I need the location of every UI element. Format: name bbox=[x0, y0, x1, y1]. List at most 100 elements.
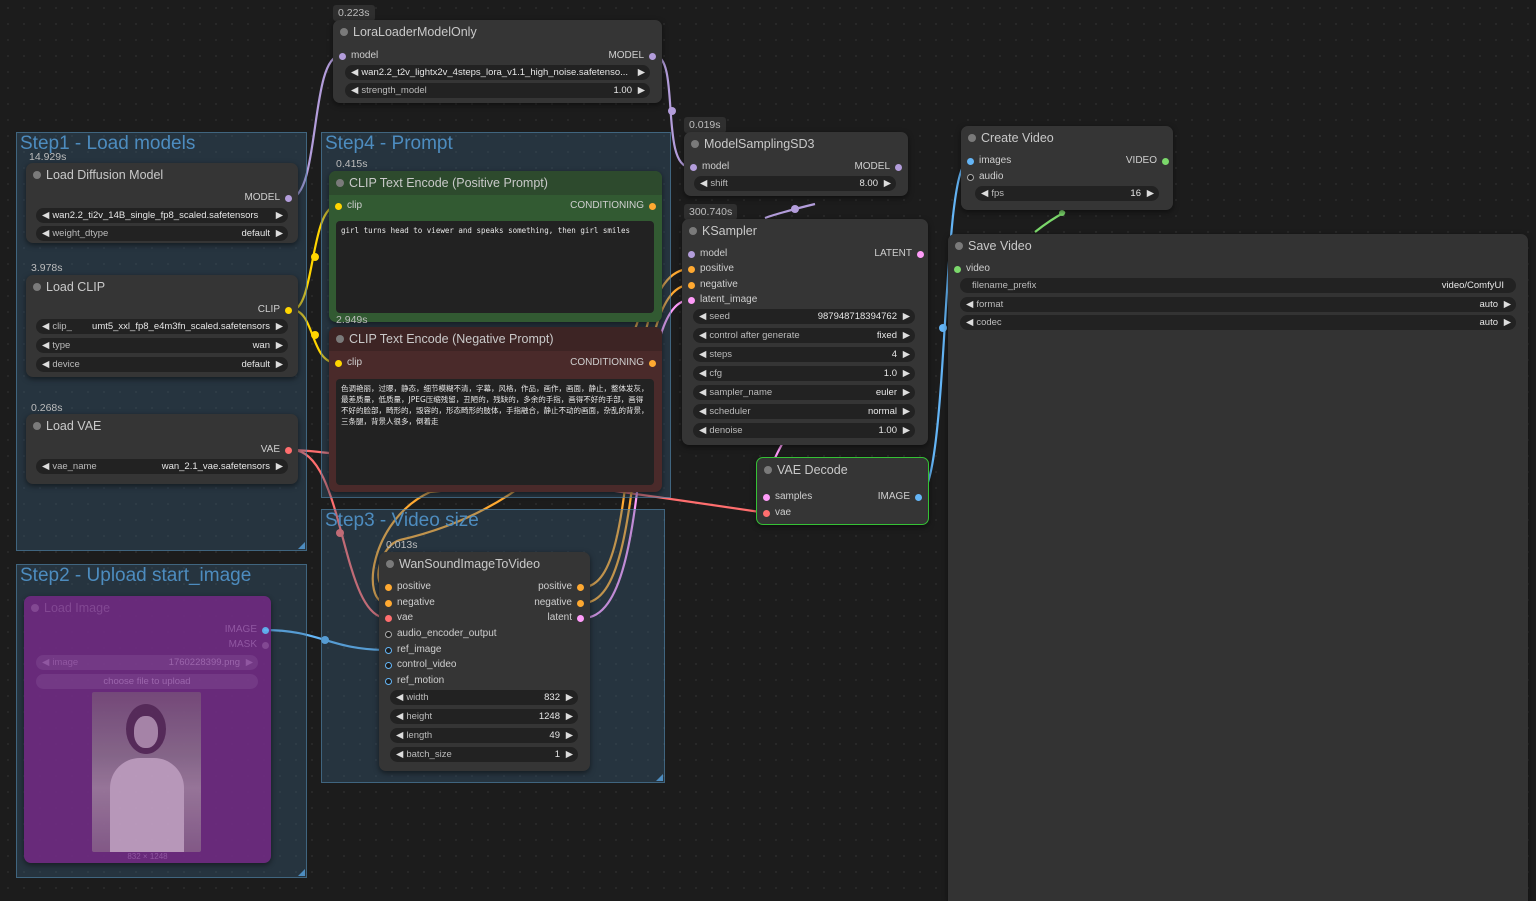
filename-prefix-input[interactable]: filename_prefix video/ComfyUI bbox=[960, 278, 1516, 293]
node-wan-sound-image-to-video[interactable]: WanSoundImageToVideo positive negative v… bbox=[379, 552, 590, 771]
output-model[interactable]: MODEL bbox=[608, 49, 658, 63]
height-input[interactable]: ◀ height 1248 ▶ bbox=[390, 709, 578, 724]
positive-prompt-textarea[interactable]: girl turns head to viewer and speaks som… bbox=[336, 221, 654, 313]
seed-input[interactable]: ◀ seed 987948718394762 ▶ bbox=[693, 309, 915, 324]
output-mask[interactable]: MASK bbox=[229, 638, 271, 652]
length-input[interactable]: ◀ length 49 ▶ bbox=[390, 728, 578, 743]
input-samples[interactable]: samples bbox=[761, 490, 812, 504]
width-input[interactable]: ◀ width 832 ▶ bbox=[390, 690, 578, 705]
input-negative[interactable]: negative bbox=[383, 596, 435, 610]
input-control-video[interactable]: control_video bbox=[383, 658, 456, 672]
input-model[interactable]: model bbox=[686, 247, 727, 261]
cfg-input[interactable]: ◀ cfg 1.0 ▶ bbox=[693, 366, 915, 381]
node-create-video[interactable]: Create Video images audio VIDEO ◀ fps 16 ▶ bbox=[961, 126, 1173, 210]
format-combo[interactable]: ◀ format auto ▶ bbox=[960, 297, 1516, 312]
collapse-dot[interactable] bbox=[340, 28, 348, 36]
fps-input[interactable]: ◀ fps 16 ▶ bbox=[975, 186, 1159, 201]
weight-dtype-combo[interactable]: ◀ weight_dtype default ▶ bbox=[36, 226, 288, 241]
node-clip-text-encode-positive[interactable]: CLIP Text Encode (Positive Prompt) clip … bbox=[329, 171, 662, 322]
collapse-dot[interactable] bbox=[31, 604, 39, 612]
input-model[interactable]: model bbox=[688, 160, 729, 174]
input-vae[interactable]: vae bbox=[383, 611, 413, 625]
shift-input[interactable]: ◀ shift 8.00 ▶ bbox=[694, 176, 896, 191]
collapse-dot[interactable] bbox=[764, 466, 772, 474]
node-save-video[interactable]: Save Video video filename_prefix video/Co… bbox=[948, 234, 1528, 901]
batch-size-input[interactable]: ◀ batch_size 1 ▶ bbox=[390, 747, 578, 762]
input-latent-image[interactable]: latent_image bbox=[686, 293, 757, 307]
input-positive[interactable]: positive bbox=[383, 580, 431, 594]
output-image[interactable]: IMAGE bbox=[878, 490, 924, 504]
node-title: LoraLoaderModelOnly bbox=[353, 25, 477, 39]
input-video[interactable]: video bbox=[952, 262, 990, 276]
collapse-dot[interactable] bbox=[33, 283, 41, 291]
execution-time: 300.740s bbox=[684, 204, 738, 220]
control-after-generate-combo[interactable]: ◀ control after generate fixed ▶ bbox=[693, 328, 915, 343]
image-size-label: 832 × 1248 bbox=[127, 852, 168, 861]
input-negative[interactable]: negative bbox=[686, 278, 738, 292]
collapse-dot[interactable] bbox=[955, 242, 963, 250]
output-positive[interactable]: positive bbox=[538, 580, 586, 594]
node-load-clip[interactable]: Load CLIP CLIP ◀ clip_ umt5_xxl_fp8_e4m3f… bbox=[26, 275, 298, 377]
node-load-vae[interactable]: Load VAE VAE ◀ vae_name wan_2.1_vae.safet… bbox=[26, 414, 298, 484]
steps-input[interactable]: ◀ steps 4 ▶ bbox=[693, 347, 915, 362]
collapse-dot[interactable] bbox=[386, 560, 394, 568]
clip-name-combo[interactable]: ◀ clip_ umt5_xxl_fp8_e4m3fn_scaled.safete… bbox=[36, 319, 288, 334]
node-load-diffusion-model[interactable]: Load Diffusion Model MODEL ◀ wan2.2_ti2v_… bbox=[26, 163, 298, 243]
output-model[interactable]: MODEL bbox=[244, 191, 294, 205]
node-lora-loader[interactable]: LoraLoaderModelOnly model MODEL ◀ wan2.2_… bbox=[333, 20, 662, 103]
output-vae[interactable]: VAE bbox=[261, 443, 294, 457]
codec-combo[interactable]: ◀ codec auto ▶ bbox=[960, 315, 1516, 330]
output-conditioning[interactable]: CONDITIONING bbox=[570, 356, 658, 370]
input-model[interactable]: model bbox=[337, 49, 378, 63]
output-clip[interactable]: CLIP bbox=[258, 303, 294, 317]
input-positive[interactable]: positive bbox=[686, 262, 734, 276]
input-ref-motion[interactable]: ref_motion bbox=[383, 674, 444, 688]
input-audio[interactable]: audio bbox=[965, 170, 1003, 184]
input-clip[interactable]: clip bbox=[333, 356, 362, 370]
collapse-dot[interactable] bbox=[968, 134, 976, 142]
output-negative[interactable]: negative bbox=[534, 596, 586, 610]
collapse-dot[interactable] bbox=[336, 179, 344, 187]
collapse-dot[interactable] bbox=[689, 227, 697, 235]
clip-device-combo[interactable]: ◀ device default ▶ bbox=[36, 357, 288, 372]
upload-button[interactable]: choose file to upload bbox=[36, 674, 258, 689]
execution-time: 0.415s bbox=[336, 158, 368, 170]
input-vae[interactable]: vae bbox=[761, 506, 791, 520]
collapse-dot[interactable] bbox=[691, 140, 699, 148]
output-model[interactable]: MODEL bbox=[854, 160, 904, 174]
node-title: CLIP Text Encode (Positive Prompt) bbox=[349, 176, 548, 190]
negative-prompt-textarea[interactable]: 色调艳丽，过曝，静态，细节模糊不清，字幕，风格，作品，画作，画面，静止，整体发灰… bbox=[336, 379, 654, 485]
sampler-name-combo[interactable]: ◀ sampler_name euler ▶ bbox=[693, 385, 915, 400]
resize-handle[interactable] bbox=[298, 542, 305, 549]
node-title: Save Video bbox=[968, 239, 1032, 253]
node-title: Load VAE bbox=[46, 419, 102, 433]
resize-handle[interactable] bbox=[298, 869, 305, 876]
input-images[interactable]: images bbox=[965, 154, 1011, 168]
node-clip-text-encode-negative[interactable]: CLIP Text Encode (Negative Prompt) clip … bbox=[329, 327, 662, 492]
output-image[interactable]: IMAGE bbox=[225, 623, 271, 637]
unet-name-combo[interactable]: ◀ wan2.2_ti2v_14B_single_fp8_scaled.safet… bbox=[36, 208, 288, 223]
scheduler-combo[interactable]: ◀ scheduler normal ▶ bbox=[693, 404, 915, 419]
resize-handle[interactable] bbox=[656, 774, 663, 781]
execution-time: 2.949s bbox=[336, 314, 368, 326]
image-combo[interactable]: ◀ image 1760228399.png ▶ bbox=[36, 655, 258, 670]
collapse-dot[interactable] bbox=[33, 171, 41, 179]
node-model-sampling-sd3[interactable]: ModelSamplingSD3 model MODEL ◀ shift 8.00 ▶ bbox=[684, 132, 908, 196]
denoise-input[interactable]: ◀ denoise 1.00 ▶ bbox=[693, 423, 915, 438]
lora-name-combo[interactable]: ◀ wan2.2_t2v_lightx2v_4steps_lora_v1.1_hi… bbox=[345, 65, 650, 80]
collapse-dot[interactable] bbox=[33, 422, 41, 430]
node-load-image[interactable]: Load Image IMAGE MASK ◀ image 1760228399.… bbox=[24, 596, 271, 863]
input-audio-encoder-output[interactable]: audio_encoder_output bbox=[383, 627, 497, 641]
output-latent[interactable]: LATENT bbox=[874, 247, 926, 261]
strength-model-slider[interactable]: ◀ strength_model 1.00 ▶ bbox=[345, 83, 650, 98]
clip-type-combo[interactable]: ◀ type wan ▶ bbox=[36, 338, 288, 353]
node-vae-decode[interactable]: VAE Decode samples vae IMAGE bbox=[756, 457, 929, 525]
input-ref-image[interactable]: ref_image bbox=[383, 643, 441, 657]
collapse-dot[interactable] bbox=[336, 335, 344, 343]
node-ksampler[interactable]: KSampler model positive negative latent_… bbox=[682, 219, 928, 445]
output-conditioning[interactable]: CONDITIONING bbox=[570, 199, 658, 213]
vae-name-combo[interactable]: ◀ vae_name wan_2.1_vae.safetensors ▶ bbox=[36, 459, 288, 474]
input-clip[interactable]: clip bbox=[333, 199, 362, 213]
output-video[interactable]: VIDEO bbox=[1126, 154, 1171, 168]
output-latent[interactable]: latent bbox=[548, 611, 586, 625]
